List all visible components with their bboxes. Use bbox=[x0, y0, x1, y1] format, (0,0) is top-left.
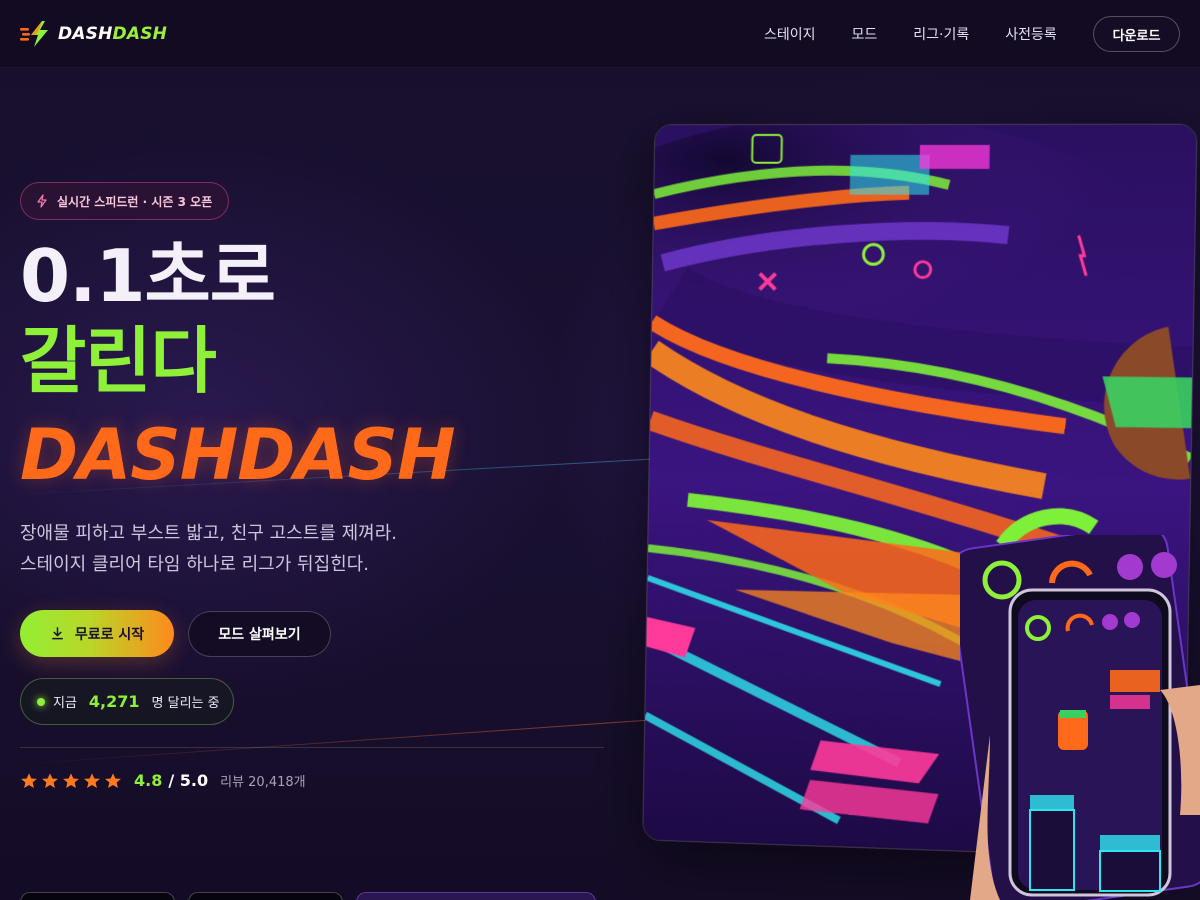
star-icon bbox=[42, 772, 58, 788]
lightning-icon bbox=[37, 194, 47, 208]
review-count: 리뷰 20,418개 bbox=[220, 775, 306, 790]
google-play-button[interactable] bbox=[188, 892, 343, 900]
nav-links: 스테이지 모드 리그·기록 사전등록 bbox=[764, 24, 1057, 44]
live-players-pill: 지금 4,271 명 달리는 중 bbox=[20, 678, 234, 725]
hero-description-line-1: 장애물 피하고 부스트 밟고, 친구 고스트를 제껴라. bbox=[20, 523, 397, 544]
phone-mockup bbox=[960, 535, 1200, 900]
live-indicator-dot bbox=[37, 697, 45, 706]
start-free-button[interactable]: 무료로 시작 bbox=[20, 610, 174, 657]
rating-max: / 5.0 bbox=[168, 771, 209, 790]
hero-description: 장애물 피하고 부스트 밟고, 친구 고스트를 제껴라. 스테이지 클리어 타임… bbox=[20, 518, 397, 580]
headline-line-1: 0.1초로 bbox=[20, 234, 276, 318]
download-icon bbox=[51, 627, 63, 640]
headline-brand: DASHDASH bbox=[20, 414, 456, 496]
rating-score: 4.8 bbox=[134, 771, 163, 790]
brand-wordmark: DASHDASH bbox=[58, 24, 168, 44]
download-button[interactable]: 다운로드 bbox=[1093, 16, 1180, 52]
rating-row: 4.8 / 5.0 리뷰 20,418개 bbox=[20, 771, 306, 790]
explore-modes-button[interactable]: 모드 살펴보기 bbox=[188, 611, 331, 657]
season-badge: 실시간 스피드런 · 시즌 3 오픈 bbox=[20, 182, 230, 220]
live-prefix: 지금 bbox=[53, 696, 77, 711]
phone-gameplay-illustration bbox=[960, 535, 1200, 900]
top-navigation: DASHDASH 스테이지 모드 리그·기록 사전등록 다운로드 bbox=[0, 0, 1200, 68]
platform-button[interactable] bbox=[356, 892, 596, 900]
nav-link-league[interactable]: 리그·기록 bbox=[913, 24, 969, 44]
hero-description-line-2: 스테이지 클리어 타임 하나로 리그가 뒤집힌다. bbox=[20, 554, 369, 575]
rating-stars bbox=[20, 772, 122, 790]
start-free-label: 무료로 시작 bbox=[74, 626, 145, 643]
brand-logo[interactable]: DASHDASH bbox=[20, 20, 167, 48]
lightning-bolt-icon bbox=[20, 21, 48, 47]
live-player-count: 4,271 bbox=[88, 692, 140, 711]
star-icon bbox=[21, 772, 37, 788]
star-icon bbox=[105, 772, 121, 788]
live-suffix: 명 달리는 중 bbox=[151, 696, 220, 711]
hero-divider bbox=[20, 747, 604, 748]
star-icon bbox=[63, 772, 79, 788]
nav-link-modes[interactable]: 모드 bbox=[852, 24, 878, 44]
nav-link-stages[interactable]: 스테이지 bbox=[764, 24, 816, 44]
star-icon bbox=[84, 772, 100, 788]
nav-link-preregister[interactable]: 사전등록 bbox=[1005, 24, 1057, 44]
app-store-button[interactable] bbox=[20, 892, 175, 900]
headline-line-2: 갈린다 bbox=[20, 319, 217, 403]
season-badge-text: 실시간 스피드런 · 시즌 3 오픈 bbox=[57, 194, 213, 209]
